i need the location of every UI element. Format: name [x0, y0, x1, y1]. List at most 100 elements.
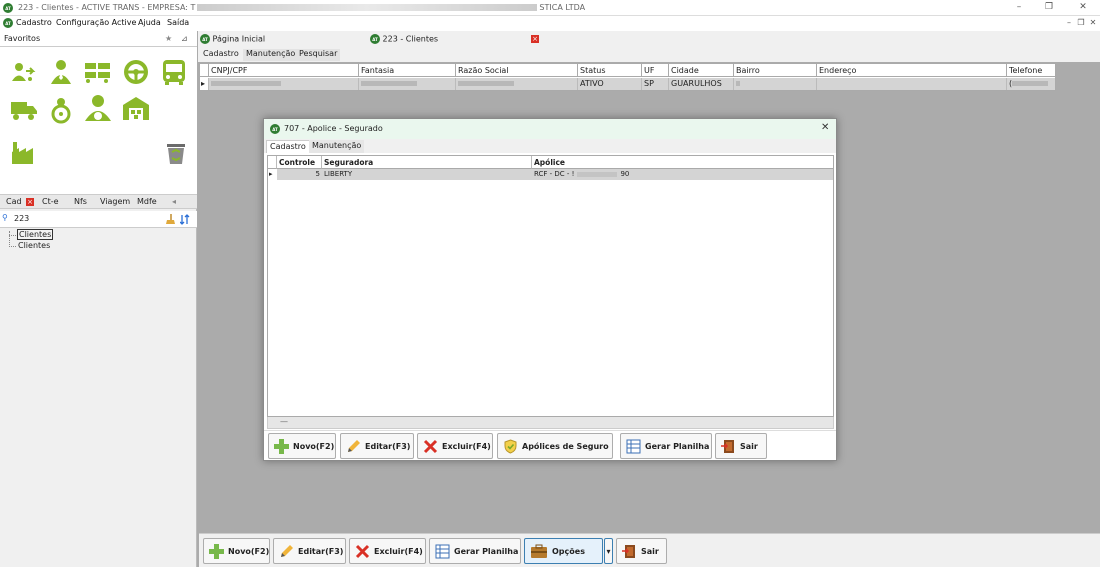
- subtab-manutencao[interactable]: Manutenção: [243, 49, 299, 61]
- tab-cad-close-icon[interactable]: ×: [26, 198, 34, 206]
- recycle-bin-icon[interactable]: [162, 140, 190, 168]
- cell-controle[interactable]: 5: [277, 169, 322, 180]
- cell-status[interactable]: ATIVO: [578, 78, 642, 90]
- tab-viagem[interactable]: Viagem: [100, 197, 130, 206]
- dialog-excluir-button[interactable]: Excluir(F4): [417, 433, 493, 459]
- favorites-grid: [0, 47, 197, 194]
- tab-mdfe[interactable]: Mdfe: [137, 197, 157, 206]
- tab-clientes[interactable]: AT 223 - Clientes: [370, 31, 542, 47]
- search-box: ⚲ 223: [0, 211, 197, 228]
- truck-icon[interactable]: [10, 96, 38, 124]
- dialog-sair-button[interactable]: Sair: [715, 433, 767, 459]
- subtab-pesquisar[interactable]: Pesquisar: [296, 49, 341, 61]
- apolices-de-seguro-button[interactable]: Apólices de Seguro: [497, 433, 613, 459]
- trucks-icon[interactable]: [84, 59, 112, 87]
- col-razao-social[interactable]: Razão Social: [456, 64, 578, 77]
- cell-razao-social[interactable]: [456, 78, 578, 90]
- menu-configuracao[interactable]: Configuração Active: [56, 18, 136, 27]
- opcoes-dropdown-button[interactable]: ▾: [604, 538, 613, 564]
- cell-endereco[interactable]: [817, 78, 1007, 90]
- driver-steering-icon[interactable]: [47, 96, 75, 124]
- warehouse-icon[interactable]: [122, 95, 150, 123]
- dialog-gerar-planilha-button[interactable]: Gerar Planilha: [620, 433, 712, 459]
- user-route-icon[interactable]: [10, 59, 38, 87]
- tab-clientes-close-icon[interactable]: ×: [531, 35, 539, 43]
- cell-apolice-prefix: RCF - DC - !: [534, 170, 575, 178]
- cell-apolice-suffix: 90: [620, 170, 630, 178]
- tree-item-clientes-selected[interactable]: Clientes: [17, 229, 54, 240]
- tab-pagina-inicial[interactable]: AT Página Inicial: [198, 31, 368, 47]
- col-endereco[interactable]: Endereço: [817, 64, 1007, 77]
- opcoes-button[interactable]: Opções: [524, 538, 603, 564]
- window-title: 223 - Clientes - ACTIVE TRANS - EMPRESA:…: [18, 3, 585, 12]
- minimize-button[interactable]: –: [1012, 2, 1026, 12]
- bottom-toolbar: Novo(F2) Editar(F3) Excluir(F4) Gerar Pl…: [199, 533, 1100, 567]
- broom-icon[interactable]: [166, 214, 175, 225]
- driver-car-icon[interactable]: [84, 94, 112, 122]
- sort-icon[interactable]: [180, 214, 190, 225]
- col-cidade[interactable]: Cidade: [669, 64, 734, 77]
- search-input[interactable]: 223: [14, 214, 29, 223]
- maximize-button[interactable]: ❐: [1042, 2, 1056, 12]
- dialog-tab-cadastro[interactable]: Cadastro: [266, 140, 310, 153]
- subtab-cadastro[interactable]: Cadastro: [200, 49, 242, 61]
- dialog-editar-label: Editar(F3): [365, 441, 411, 451]
- mdi-close-button[interactable]: ✕: [1088, 18, 1098, 27]
- driver-icon[interactable]: [47, 57, 75, 85]
- col-apolice[interactable]: Apólice: [532, 156, 833, 169]
- dialog-novo-button[interactable]: Novo(F2): [268, 433, 336, 459]
- col-status[interactable]: Status: [578, 64, 642, 77]
- row-indicator-icon: ▸: [200, 78, 209, 90]
- close-window-button[interactable]: ✕: [1076, 2, 1090, 12]
- clients-grid: CNPJ/CPF Fantasia Razão Social Status UF…: [199, 63, 1056, 91]
- row-indicator-icon: ▸: [268, 169, 277, 180]
- gerar-planilha-button[interactable]: Gerar Planilha: [429, 538, 521, 564]
- dialog-close-button[interactable]: ✕: [821, 122, 829, 133]
- col-uf[interactable]: UF: [642, 64, 669, 77]
- cell-apolice[interactable]: RCF - DC - ! 90: [532, 169, 833, 180]
- menu-ajuda[interactable]: Ajuda: [138, 18, 161, 27]
- tab-cad[interactable]: Cad: [6, 197, 22, 206]
- bus-icon[interactable]: [160, 58, 188, 86]
- col-fantasia[interactable]: Fantasia: [359, 64, 456, 77]
- apolices-de-seguro-label: Apólices de Seguro: [522, 441, 609, 451]
- tabs-scroll-left-icon[interactable]: ◂: [172, 197, 176, 206]
- pencil-icon: [281, 544, 293, 557]
- col-cnpj-cpf[interactable]: CNPJ/CPF: [209, 64, 359, 77]
- pin-icon[interactable]: ⊿: [181, 34, 188, 43]
- sair-button[interactable]: Sair: [616, 538, 667, 564]
- favorites-header: Favoritos ★ ⊿: [0, 31, 197, 47]
- dialog-tabs: Cadastro Manutenção: [264, 139, 836, 153]
- dialog-grid-indicator-header: [268, 156, 277, 169]
- mdi-minimize-button[interactable]: –: [1064, 18, 1074, 27]
- mdi-restore-button[interactable]: ❐: [1076, 18, 1086, 27]
- cell-bairro[interactable]: [734, 78, 817, 90]
- menu-cadastro[interactable]: Cadastro: [16, 18, 52, 27]
- col-controle[interactable]: Controle: [277, 156, 322, 169]
- menu-saida[interactable]: Saída: [167, 18, 189, 27]
- col-seguradora[interactable]: Seguradora: [322, 156, 532, 169]
- col-bairro[interactable]: Bairro: [734, 64, 817, 77]
- document-tabs: AT Página Inicial AT 223 - Clientes ×: [198, 31, 1100, 47]
- redacted-text: [458, 81, 514, 86]
- dialog-editar-button[interactable]: Editar(F3): [340, 433, 414, 459]
- cell-seguradora[interactable]: LIBERTY: [322, 169, 532, 180]
- tab-cte[interactable]: Ct-e: [42, 197, 59, 206]
- tab-nfs[interactable]: Nfs: [74, 197, 87, 206]
- novo-button[interactable]: Novo(F2): [203, 538, 270, 564]
- steering-wheel-icon[interactable]: [122, 58, 150, 86]
- dialog-gerar-planilha-label: Gerar Planilha: [645, 441, 710, 451]
- dialog-tab-manutencao[interactable]: Manutenção: [309, 140, 365, 153]
- editar-button[interactable]: Editar(F3): [273, 538, 346, 564]
- cell-fantasia[interactable]: [359, 78, 456, 90]
- factory-icon[interactable]: [10, 138, 38, 166]
- star-icon[interactable]: ★: [165, 34, 172, 43]
- menu-bar: AT Cadastro Configuração Active Ajuda Sa…: [0, 16, 1100, 31]
- excluir-button[interactable]: Excluir(F4): [349, 538, 426, 564]
- cell-telefone[interactable]: (: [1007, 78, 1055, 90]
- col-telefone[interactable]: Telefone: [1007, 64, 1055, 77]
- cell-cidade[interactable]: GUARULHOS: [669, 78, 734, 90]
- cell-uf[interactable]: SP: [642, 78, 669, 90]
- tree-item-clientes[interactable]: Clientes: [17, 241, 51, 250]
- cell-cnpj[interactable]: [209, 78, 359, 90]
